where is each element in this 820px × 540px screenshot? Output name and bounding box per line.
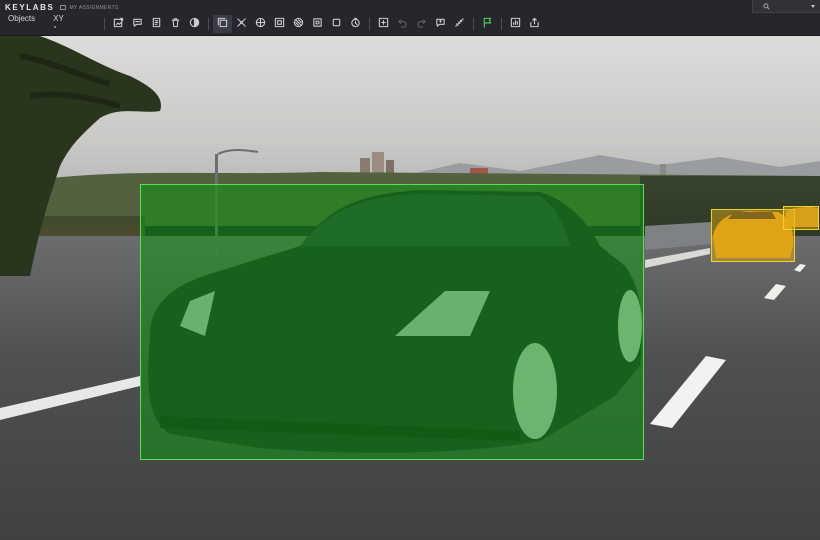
comment-button[interactable] <box>128 15 147 33</box>
redo-icon <box>416 15 427 33</box>
my-assignments-label: MY ASSIGNMENTS <box>69 4 119 11</box>
toolbar <box>100 14 544 34</box>
ai-assist-button[interactable] <box>431 15 450 33</box>
keypoints-icon <box>236 15 247 33</box>
timer-button[interactable] <box>346 15 365 33</box>
tab-objects[interactable]: Objects <box>8 14 35 23</box>
ruler-button[interactable] <box>450 15 469 33</box>
document-icon <box>151 15 162 33</box>
toolbar-divider <box>104 18 105 30</box>
contrast-icon <box>189 15 200 33</box>
top-bar: KEYLABS MY ASSIGNMENTS Objects XY <box>0 0 820 36</box>
polygon-tool[interactable] <box>251 15 270 33</box>
bounding-box-icon <box>217 15 228 33</box>
mask-icon <box>293 15 304 33</box>
flag-icon <box>482 15 493 33</box>
app-logo[interactable]: KEYLABS <box>5 3 54 12</box>
add-box-button[interactable] <box>374 15 393 33</box>
segmentation-tool[interactable] <box>270 15 289 33</box>
tab-xy[interactable]: XY <box>53 14 64 28</box>
ai-assist-icon <box>435 15 446 33</box>
trash-icon <box>170 15 181 33</box>
my-assignments-link[interactable]: MY ASSIGNMENTS <box>60 5 118 11</box>
toolbar-divider <box>208 18 209 30</box>
segmentation-icon <box>274 15 285 33</box>
polygon-icon <box>255 15 266 33</box>
square-icon <box>331 15 342 33</box>
bounding-box[interactable] <box>783 206 819 230</box>
timer-icon <box>350 15 361 33</box>
brand: KEYLABS MY ASSIGNMENTS <box>5 3 119 12</box>
chevron-down-icon <box>811 4 815 8</box>
document-button[interactable] <box>147 15 166 33</box>
toolbar-divider <box>369 18 370 30</box>
ruler-icon <box>454 15 465 33</box>
mask-tool[interactable] <box>289 15 308 33</box>
toolbar-divider <box>473 18 474 30</box>
contrast-button[interactable] <box>185 15 204 33</box>
export-icon <box>529 15 540 33</box>
bounding-box-tool[interactable] <box>213 15 232 33</box>
undo-icon <box>397 15 408 33</box>
annotation-canvas[interactable] <box>0 36 820 540</box>
attach-image-icon <box>113 15 124 33</box>
flag-button[interactable] <box>478 15 497 33</box>
cuboid-icon <box>312 15 323 33</box>
add-box-icon <box>378 15 389 33</box>
delete-button[interactable] <box>166 15 185 33</box>
square-tool[interactable] <box>327 15 346 33</box>
attach-image-button[interactable] <box>109 15 128 33</box>
panel-tabs: Objects XY <box>8 14 64 28</box>
undo-button[interactable] <box>393 15 412 33</box>
statistics-icon <box>510 15 521 33</box>
toolbar-divider <box>501 18 502 30</box>
export-button[interactable] <box>525 15 544 33</box>
keypoints-tool[interactable] <box>232 15 251 33</box>
assignments-icon <box>60 5 67 10</box>
bounding-box-selected[interactable] <box>140 184 644 460</box>
redo-button[interactable] <box>412 15 431 33</box>
comment-icon <box>132 15 143 33</box>
cuboid-tool[interactable] <box>308 15 327 33</box>
zoom-dropdown[interactable] <box>752 0 820 13</box>
search-zoom-icon <box>763 0 770 15</box>
statistics-button[interactable] <box>506 15 525 33</box>
